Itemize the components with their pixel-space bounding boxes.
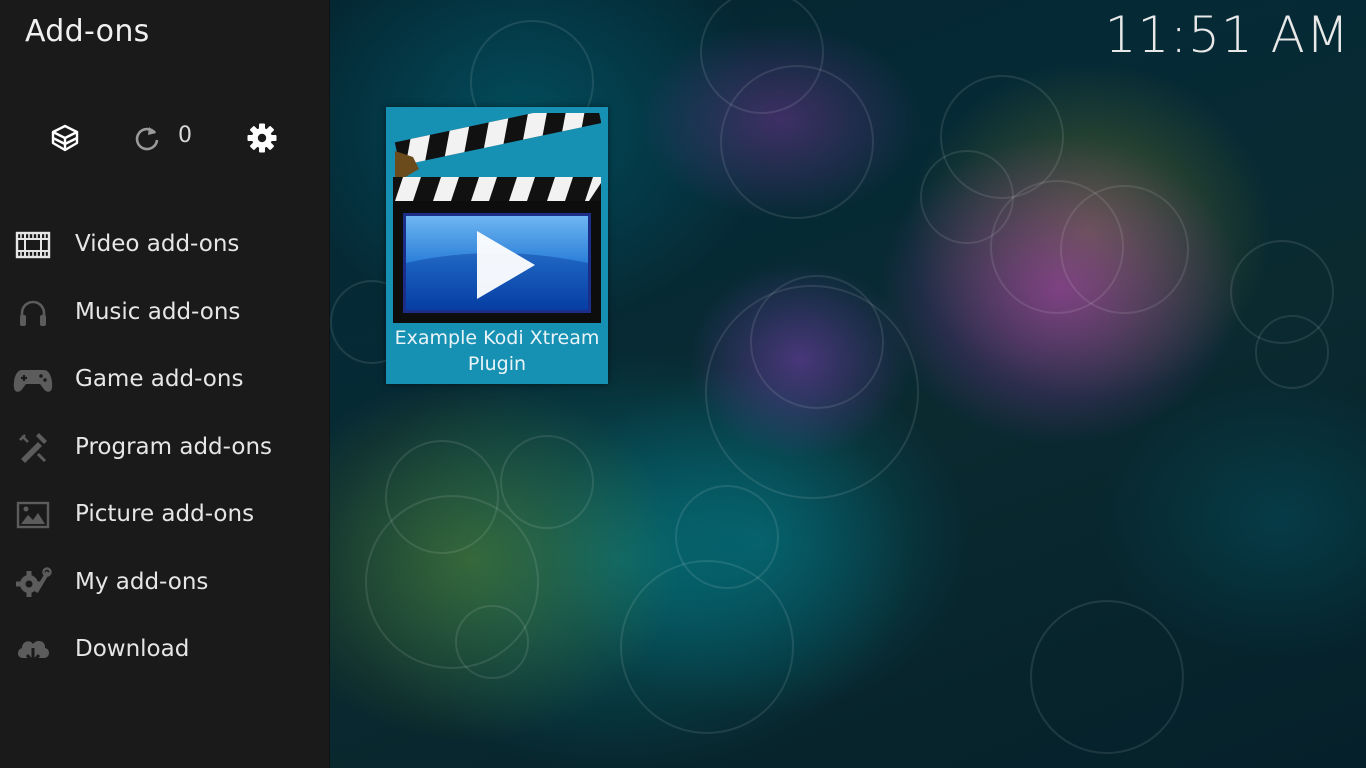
sidebar: Add-ons 0 Video add-ons Music add-ons Ga… [0, 0, 330, 768]
wrench-gear-icon [12, 566, 54, 600]
picture-icon [12, 498, 54, 532]
sidebar-item-label: Music add-ons [75, 298, 241, 325]
sidebar-item-picture-addons[interactable]: Picture add-ons [0, 482, 329, 550]
sidebar-item-label: Game add-ons [75, 366, 244, 392]
addon-tile[interactable]: Example Kodi Xtream Plugin [386, 99, 608, 384]
sidebar-item-video-addons[interactable]: Video add-ons [0, 212, 329, 280]
sidebar-item-label: Video add-ons [75, 231, 240, 257]
clock: 11:51 AM [1104, 6, 1350, 64]
sidebar-item-label: Download [75, 636, 190, 662]
sidebar-item-label: Picture add-ons [75, 501, 255, 527]
gamepad-icon [12, 363, 54, 397]
sidebar-item-label: My add-ons [75, 568, 209, 595]
gear-icon[interactable] [245, 121, 279, 155]
refresh-icon[interactable] [130, 121, 164, 155]
sidebar-item-music-addons[interactable]: Music add-ons [0, 280, 329, 348]
sidebar-item-game-addons[interactable]: Game add-ons [0, 347, 329, 415]
sidebar-menu: Video add-ons Music add-ons Game add-ons… [0, 212, 329, 685]
headphones-icon [12, 296, 54, 330]
page-title: Add-ons [25, 14, 150, 49]
clapperboard-play-icon [393, 99, 602, 323]
sidebar-item-program-addons[interactable]: Program add-ons [0, 415, 329, 483]
addon-tile-label: Example Kodi Xtream Plugin [394, 327, 600, 375]
sidebar-item-my-addons[interactable]: My add-ons [0, 550, 329, 618]
kodi-addons-screen: Add-ons 0 Video add-ons Music add-ons Ga… [0, 0, 1366, 768]
sidebar-item-download[interactable]: Download [0, 617, 329, 685]
film-icon [12, 228, 54, 262]
cloud-download-icon [12, 633, 54, 667]
sidebar-item-label: Program add-ons [75, 433, 273, 460]
box-install-icon[interactable] [48, 121, 82, 155]
sidebar-toolbar: 0 [0, 120, 329, 160]
update-count: 0 [178, 123, 192, 148]
tools-icon [12, 431, 54, 465]
